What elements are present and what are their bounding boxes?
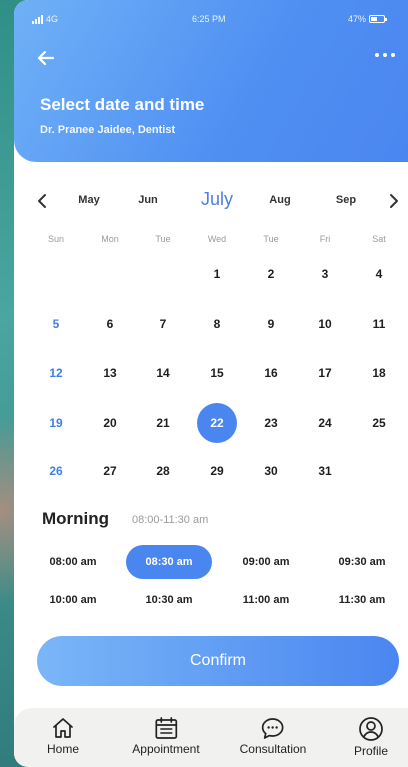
calendar-day-selected[interactable]: 22 bbox=[197, 403, 237, 443]
calendar-day[interactable]: 14 bbox=[143, 353, 183, 393]
morning-range: 08:00-11:30 am bbox=[132, 514, 209, 526]
calendar-day[interactable]: 21 bbox=[143, 403, 183, 443]
calendar-day[interactable]: 23 bbox=[251, 403, 291, 443]
calendar-icon bbox=[155, 717, 177, 739]
header: 4G 6:25 PM 47% Select date and time Dr. … bbox=[14, 0, 408, 162]
weekday-label: Sun bbox=[47, 234, 65, 244]
nav-label: Profile bbox=[353, 744, 389, 758]
page-title: Select date and time bbox=[40, 95, 205, 114]
status-time: 6:25 PM bbox=[192, 14, 226, 24]
month-selector: May Jun July Aug Sep bbox=[14, 189, 408, 217]
signal-icon bbox=[32, 14, 43, 24]
calendar-day[interactable]: 18 bbox=[359, 353, 399, 393]
user-icon bbox=[359, 717, 383, 741]
nav-consultation[interactable]: Consultation bbox=[239, 716, 307, 756]
calendar-day[interactable]: 15 bbox=[197, 353, 237, 393]
calendar-day[interactable]: 28 bbox=[143, 451, 183, 491]
calendar-day[interactable]: 6 bbox=[90, 304, 130, 344]
time-slot[interactable]: 10:00 am bbox=[30, 583, 116, 617]
morning-label: Morning bbox=[42, 509, 110, 528]
nav-label: Home bbox=[46, 742, 80, 756]
calendar-day[interactable]: 4 bbox=[359, 254, 399, 294]
bottom-navigation: Home Appointment Consultation Profile bbox=[14, 708, 408, 767]
time-slot[interactable]: 10:30 am bbox=[126, 583, 212, 617]
status-bar: 4G 6:25 PM 47% bbox=[14, 14, 408, 30]
calendar-day[interactable]: 10 bbox=[305, 304, 345, 344]
time-slot[interactable]: 08:00 am bbox=[30, 545, 116, 579]
calendar-day[interactable]: 12 bbox=[36, 353, 76, 393]
arrow-left-icon[interactable] bbox=[36, 48, 56, 72]
time-slot[interactable]: 09:30 am bbox=[319, 545, 405, 579]
calendar-day[interactable]: 17 bbox=[305, 353, 345, 393]
weekday-label: Fri bbox=[319, 234, 331, 244]
time-slot[interactable]: 11:00 am bbox=[223, 583, 309, 617]
calendar-day[interactable]: 3 bbox=[305, 254, 345, 294]
calendar-day[interactable]: 19 bbox=[36, 403, 76, 443]
calendar-day[interactable]: 26 bbox=[36, 451, 76, 491]
battery-percent: 47% bbox=[348, 14, 367, 24]
calendar-day[interactable]: 1 bbox=[197, 254, 237, 294]
chevron-right-icon[interactable] bbox=[388, 190, 400, 217]
calendar-day[interactable]: 7 bbox=[143, 304, 183, 344]
weekday-label: Sat bbox=[372, 234, 386, 244]
calendar-day[interactable]: 5 bbox=[36, 304, 76, 344]
calendar-day[interactable]: 11 bbox=[359, 304, 399, 344]
calendar-day[interactable]: 30 bbox=[251, 451, 291, 491]
month-july[interactable]: July bbox=[201, 189, 233, 210]
chat-bubble-icon bbox=[262, 718, 284, 739]
month-sep[interactable]: Sep bbox=[336, 194, 356, 206]
calendar-day[interactable]: 29 bbox=[197, 451, 237, 491]
calendar-day[interactable]: 16 bbox=[251, 353, 291, 393]
chevron-left-icon[interactable] bbox=[36, 190, 48, 217]
calendar-day[interactable]: 2 bbox=[251, 254, 291, 294]
weekday-header: Sun Mon Tue Wed Tue Fri Sat bbox=[14, 234, 408, 246]
month-jun[interactable]: Jun bbox=[138, 194, 158, 206]
calendar-day[interactable]: 9 bbox=[251, 304, 291, 344]
time-slot[interactable]: 09:00 am bbox=[223, 545, 309, 579]
month-may[interactable]: May bbox=[78, 194, 99, 206]
network-label: 4G bbox=[46, 14, 59, 24]
weekday-label: Tue bbox=[263, 234, 279, 244]
confirm-button[interactable]: Confirm bbox=[37, 636, 399, 686]
doctor-name: Dr. Pranee Jaidee, Dentist bbox=[40, 124, 176, 136]
nav-label: Appointment bbox=[132, 742, 200, 756]
nav-label: Consultation bbox=[239, 742, 307, 756]
time-slot-selected[interactable]: 08:30 am bbox=[126, 545, 212, 579]
home-icon bbox=[53, 718, 73, 738]
battery-icon bbox=[369, 15, 387, 23]
calendar-day[interactable]: 20 bbox=[90, 403, 130, 443]
time-slot[interactable]: 11:30 am bbox=[319, 583, 405, 617]
weekday-label: Mon bbox=[101, 234, 119, 244]
calendar-day[interactable]: 31 bbox=[305, 451, 345, 491]
calendar-day[interactable]: 25 bbox=[359, 403, 399, 443]
nav-profile[interactable]: Profile bbox=[354, 716, 388, 758]
more-horizontal-icon[interactable] bbox=[374, 46, 396, 62]
weekday-label: Tue bbox=[155, 234, 171, 244]
nav-home[interactable]: Home bbox=[47, 716, 79, 756]
month-aug[interactable]: Aug bbox=[269, 194, 290, 206]
calendar-day[interactable]: 8 bbox=[197, 304, 237, 344]
nav-appointment[interactable]: Appointment bbox=[132, 716, 200, 756]
weekday-label: Wed bbox=[207, 234, 227, 244]
calendar-day[interactable]: 13 bbox=[90, 353, 130, 393]
app-screen: 4G 6:25 PM 47% Select date and time Dr. … bbox=[14, 0, 408, 767]
calendar-day[interactable]: 27 bbox=[90, 451, 130, 491]
calendar-day[interactable]: 24 bbox=[305, 403, 345, 443]
